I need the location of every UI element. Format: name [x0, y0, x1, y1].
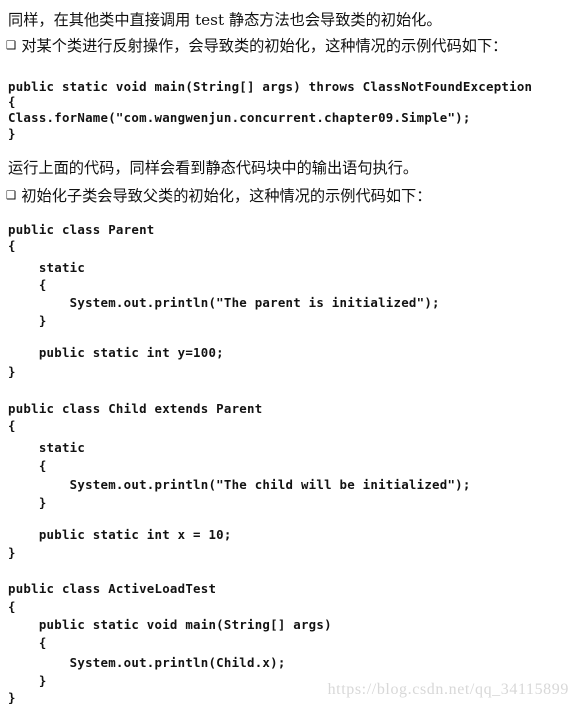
- code-line: }: [8, 313, 47, 328]
- code-line: public static int y=100;: [8, 345, 224, 360]
- code-line: {: [8, 418, 16, 433]
- code-line: public class Parent: [8, 222, 155, 237]
- code-line: {: [8, 94, 16, 109]
- code-line: System.out.println(Child.x);: [8, 655, 286, 670]
- hollow-square-bullet-icon: ❑: [6, 38, 17, 52]
- code-line: {: [8, 277, 47, 292]
- prose-text: 运行上面的代码，同样会看到静态代码块中的输出语句执行。: [8, 159, 419, 177]
- document-page: 同样，在其他类中直接调用 test 静态方法也会导致类的初始化。 ❑ 对某个类进行反…: [0, 0, 573, 707]
- code-line: static: [8, 440, 86, 455]
- code-line: public static int x = 10;: [8, 527, 232, 542]
- csdn-watermark: https://blog.csdn.net/qq_34115899: [327, 681, 569, 698]
- code-line: public class ActiveLoadTest: [8, 581, 217, 596]
- hollow-square-bullet-icon: ❑: [6, 188, 17, 202]
- prose-line-run-above-code: 运行上面的代码，同样会看到静态代码块中的输出语句执行。: [8, 156, 418, 178]
- code-line: }: [8, 495, 47, 510]
- code-line: Class.forName("com.wangwenjun.concurrent…: [8, 110, 471, 125]
- code-line: {: [8, 599, 16, 614]
- code-line: }: [8, 690, 16, 705]
- code-line: System.out.println("The parent is initia…: [8, 295, 440, 310]
- prose-text: 初始化子类会导致父类的初始化，这种情况的示例代码如下：: [21, 187, 432, 205]
- prose-line-bullet-reflection: ❑ 对某个类进行反射操作，会导致类的初始化，这种情况的示例代码如下：: [6, 34, 507, 56]
- code-line: {: [8, 238, 16, 253]
- prose-text: 同样，在其他类中直接调用 test 静态方法也会导致类的初始化。: [8, 11, 442, 29]
- code-line: {: [8, 458, 47, 473]
- prose-text: 对某个类进行反射操作，会导致类的初始化，这种情况的示例代码如下：: [21, 37, 508, 55]
- code-line: public static void main(String[] args): [8, 617, 332, 632]
- prose-line-bullet-subclass-init: ❑ 初始化子类会导致父类的初始化，这种情况的示例代码如下：: [6, 184, 431, 206]
- prose-line-intro-line: 同样，在其他类中直接调用 test 静态方法也会导致类的初始化。: [8, 8, 442, 30]
- code-line: System.out.println("The child will be in…: [8, 477, 471, 492]
- code-line: }: [8, 364, 16, 379]
- code-line: }: [8, 126, 16, 141]
- code-line: }: [8, 545, 16, 560]
- code-line: }: [8, 673, 47, 688]
- code-line: {: [8, 635, 47, 650]
- code-line: public class Child extends Parent: [8, 401, 263, 416]
- code-line: static: [8, 260, 86, 275]
- code-line: public static void main(String[] args) t…: [8, 79, 533, 94]
